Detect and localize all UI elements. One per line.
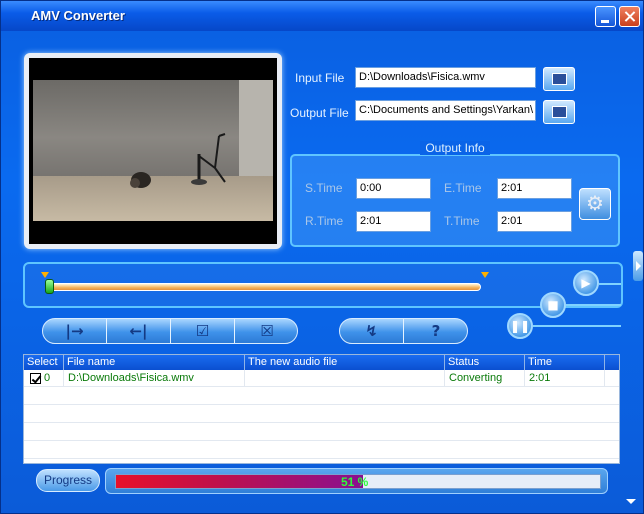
output-info-panel [290, 154, 620, 247]
t-time-label: T.Time [444, 214, 480, 228]
output-file-field[interactable]: C:\Documents and Settings\Yarkan\ [355, 100, 536, 121]
row-time: 2:01 [525, 370, 605, 387]
pause-connector [533, 325, 621, 327]
column-time[interactable]: Time [525, 355, 605, 370]
play-button[interactable]: ▶ [573, 270, 599, 296]
input-file-label: Input File [295, 71, 345, 85]
progress-fill [116, 475, 363, 488]
s-time-label: S.Time [305, 181, 343, 195]
start-marker-icon[interactable] [41, 272, 49, 278]
stop-connector [566, 304, 621, 306]
column-file-name[interactable]: File name [64, 355, 245, 370]
row-file-name: D:\Downloads\Fisica.wmv [64, 370, 245, 387]
action-button-group: ↯ ? [339, 318, 468, 344]
row-checkbox[interactable] [30, 373, 41, 384]
row-select-cell[interactable]: 0 [24, 370, 64, 387]
video-preview-frame [24, 53, 282, 249]
input-browse-button[interactable] [543, 67, 575, 91]
row-audio-file [245, 370, 445, 387]
video-preview [29, 58, 277, 244]
column-audio-file[interactable]: The new audio file [245, 355, 445, 370]
set-start-button[interactable]: |→ [43, 319, 107, 343]
folder-icon [552, 106, 567, 118]
s-time-field[interactable]: 0:00 [356, 178, 431, 199]
stop-icon: ■ [547, 298, 559, 312]
settings-button[interactable]: ⚙ [579, 188, 611, 220]
window-title: AMV Converter [31, 8, 125, 23]
table-row-empty [24, 406, 619, 423]
column-status[interactable]: Status [445, 355, 525, 370]
table-row-empty [24, 442, 619, 459]
convert-button[interactable]: ↯ [340, 319, 404, 343]
e-time-field[interactable]: 2:01 [497, 178, 572, 199]
pause-button[interactable]: ❚❚ [507, 313, 533, 339]
play-icon: ▶ [581, 276, 591, 290]
help-button[interactable]: ? [404, 319, 468, 343]
app-window: AMV Converter Input File D:\Downloads\Fi… [0, 0, 644, 514]
play-connector [599, 283, 621, 285]
output-browse-button[interactable] [543, 100, 575, 124]
remove-button[interactable]: ☒ [235, 319, 299, 343]
table-row-empty [24, 388, 619, 405]
minimize-button[interactable] [595, 6, 616, 27]
output-file-label: Output File [290, 106, 349, 120]
stop-button[interactable]: ■ [540, 292, 566, 318]
t-time-field[interactable]: 2:01 [497, 211, 572, 232]
chevron-down-icon[interactable] [626, 499, 636, 504]
table-header: Select File name The new audio file Stat… [24, 355, 619, 370]
folder-icon [552, 73, 567, 85]
e-time-label: E.Time [444, 181, 482, 195]
table-row-empty [24, 424, 619, 441]
title-bar: AMV Converter [1, 1, 643, 31]
end-marker-icon[interactable] [481, 272, 489, 278]
r-time-field[interactable]: 2:01 [356, 211, 431, 232]
table-row[interactable]: 0 D:\Downloads\Fisica.wmv Converting 2:0… [24, 370, 619, 387]
column-select[interactable]: Select [24, 355, 64, 370]
output-info-title: Output Info [420, 141, 490, 155]
input-file-field[interactable]: D:\Downloads\Fisica.wmv [355, 67, 536, 88]
file-table: Select File name The new audio file Stat… [23, 354, 620, 464]
row-index: 0 [44, 372, 51, 384]
video-scene-objects [130, 133, 226, 188]
r-time-label: R.Time [305, 214, 344, 228]
progress-button[interactable]: Progress [36, 469, 100, 492]
progress-percent: 51 % [341, 475, 369, 489]
expand-panel-button[interactable] [633, 251, 643, 281]
edit-button-group: |→ ←| ☑ ☒ [42, 318, 298, 344]
gear-icon: ⚙ [586, 193, 604, 215]
check-button[interactable]: ☑ [171, 319, 235, 343]
set-end-button[interactable]: ←| [107, 319, 171, 343]
timeline-slider-handle[interactable] [45, 279, 54, 294]
close-button[interactable] [619, 6, 640, 27]
pause-icon: ❚❚ [509, 319, 531, 333]
timeline-track[interactable] [45, 283, 481, 291]
row-status: Converting [445, 370, 525, 387]
